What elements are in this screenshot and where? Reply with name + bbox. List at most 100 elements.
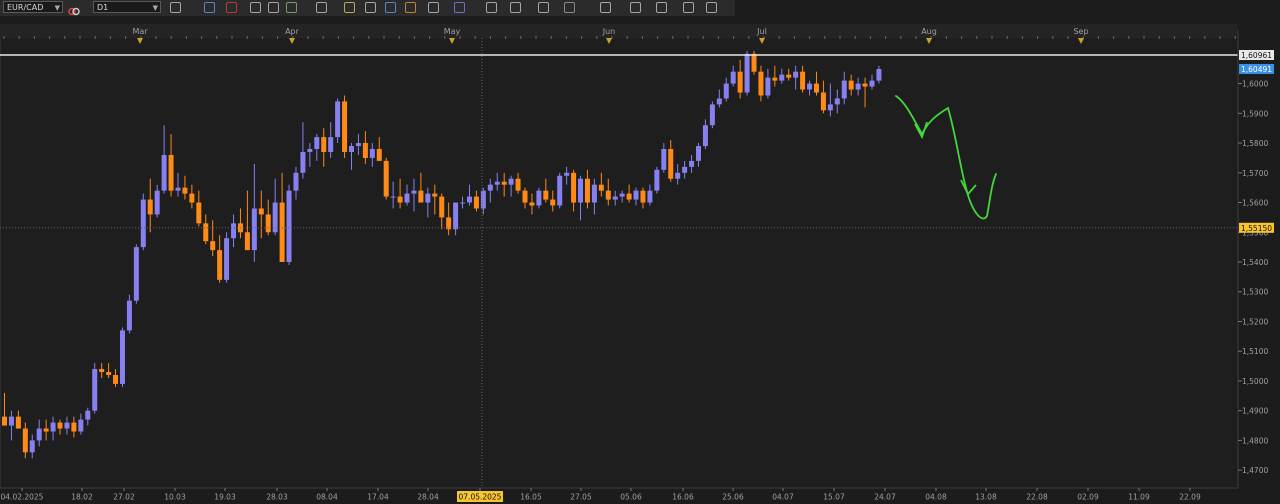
shapes-icon[interactable] — [564, 2, 575, 13]
candle-body — [786, 74, 792, 78]
candle-body — [723, 83, 729, 99]
gear-icon[interactable] — [656, 2, 667, 13]
candle-body — [855, 83, 861, 90]
candle-body — [418, 190, 424, 203]
candle-body — [501, 181, 507, 185]
date-tick-label: 25.06 — [722, 493, 744, 502]
zoom-out-icon[interactable] — [286, 2, 297, 13]
candle-body — [154, 190, 160, 215]
price-tick-label: 1,5300 — [1242, 288, 1268, 297]
candle-body — [709, 104, 715, 126]
candle — [140, 193, 146, 251]
price-tick-label: 1,5100 — [1242, 347, 1268, 356]
candle-body — [619, 193, 625, 197]
candle-body — [307, 149, 313, 152]
price-chart[interactable]: Mar Apr May Jun Jul Aug Sep 1,6000 1,5900 1,5800… — [0, 16, 1280, 504]
candle-body — [286, 190, 292, 262]
candle-body — [508, 178, 514, 185]
candle-body — [578, 178, 584, 203]
sphere-icon[interactable] — [630, 2, 641, 13]
price-tick-label: 1,5700 — [1242, 169, 1268, 178]
price-tick-label: 1,4700 — [1242, 466, 1268, 475]
candle-body — [557, 175, 563, 206]
horizontal-line-price-label: 1,60961 — [1241, 51, 1272, 60]
pencil-icon[interactable] — [454, 2, 465, 13]
link-icon[interactable] — [170, 2, 181, 13]
arrow-icon[interactable] — [600, 2, 611, 13]
palette-icon[interactable] — [405, 2, 416, 13]
month-label: Aug — [921, 27, 937, 36]
line-tool-icon[interactable] — [510, 2, 521, 13]
candle-body — [2, 416, 7, 426]
candle-body — [584, 178, 590, 203]
candle-body — [362, 143, 368, 158]
timeframe-value: D1 — [97, 3, 109, 12]
globe-icon[interactable] — [428, 2, 439, 13]
candle-body — [765, 77, 771, 96]
candle-body — [126, 300, 132, 331]
candle-body — [231, 223, 237, 239]
candle-body — [807, 83, 813, 90]
eraser-icon[interactable] — [683, 2, 694, 13]
candle-body — [425, 193, 431, 203]
crosshair-icon[interactable] — [316, 2, 327, 13]
timeframe-select[interactable]: D1 ▼ — [93, 1, 161, 13]
crosshair-price-label: 1,55150 — [1241, 224, 1272, 233]
candle-body — [22, 428, 28, 453]
candle-body — [168, 154, 174, 191]
month-label: May — [444, 27, 461, 36]
candle-chart-icon[interactable] — [250, 2, 261, 13]
candle-body — [99, 369, 105, 373]
candle-body — [36, 428, 42, 441]
candle — [119, 327, 125, 387]
expand-icon[interactable] — [706, 2, 717, 13]
indicator-icon[interactable] — [486, 2, 497, 13]
candle-body — [258, 208, 264, 215]
candle-body — [758, 71, 764, 96]
candle-body — [466, 196, 472, 203]
candle-body — [453, 202, 459, 230]
date-tick-label: 08.04 — [316, 493, 338, 502]
candle — [744, 50, 750, 96]
candle-body — [460, 202, 466, 204]
date-tick-label: 27.05 — [570, 493, 592, 502]
text-icon[interactable] — [365, 2, 376, 13]
note-icon[interactable] — [385, 2, 396, 13]
fibonacci-icon[interactable] — [538, 2, 549, 13]
candle — [92, 363, 98, 414]
link-icon[interactable] — [67, 2, 89, 16]
cursor-icon[interactable] — [344, 2, 355, 13]
candle-body — [369, 149, 375, 158]
candle-body — [92, 369, 98, 411]
month-label: Jul — [756, 27, 767, 36]
bar-chart-icon[interactable] — [226, 2, 237, 13]
candle-body — [834, 98, 840, 105]
price-tick-label: 1,5900 — [1242, 109, 1268, 118]
candle-body — [390, 196, 396, 198]
candle — [709, 101, 715, 129]
chart-type-icon[interactable] — [204, 2, 215, 13]
candle — [383, 157, 389, 200]
candle-body — [383, 160, 389, 197]
candle-body — [702, 125, 708, 147]
candle — [335, 98, 341, 144]
date-tick-label: 04.02.2025 — [1, 493, 44, 502]
candle-body — [251, 208, 257, 251]
candle-body — [432, 193, 438, 197]
candle-body — [328, 137, 334, 152]
zoom-in-icon[interactable] — [268, 2, 279, 13]
chevron-down-icon: ▼ — [152, 4, 158, 12]
candle-body — [737, 71, 743, 93]
candle-body — [751, 53, 757, 72]
candle-body — [314, 137, 320, 149]
date-tick-label: 28.04 — [417, 493, 439, 502]
date-tick-label: 04.07 — [772, 493, 794, 502]
candle — [133, 244, 139, 304]
price-tick-label: 1,6000 — [1242, 80, 1268, 89]
candle-body — [439, 196, 445, 218]
symbol-select[interactable]: EUR/CAD ▼ — [3, 1, 63, 13]
date-tick-label: 19.03 — [214, 493, 236, 502]
candle-body — [473, 196, 479, 209]
candle-body — [8, 416, 14, 426]
price-tick-label: 1,5200 — [1242, 317, 1268, 326]
